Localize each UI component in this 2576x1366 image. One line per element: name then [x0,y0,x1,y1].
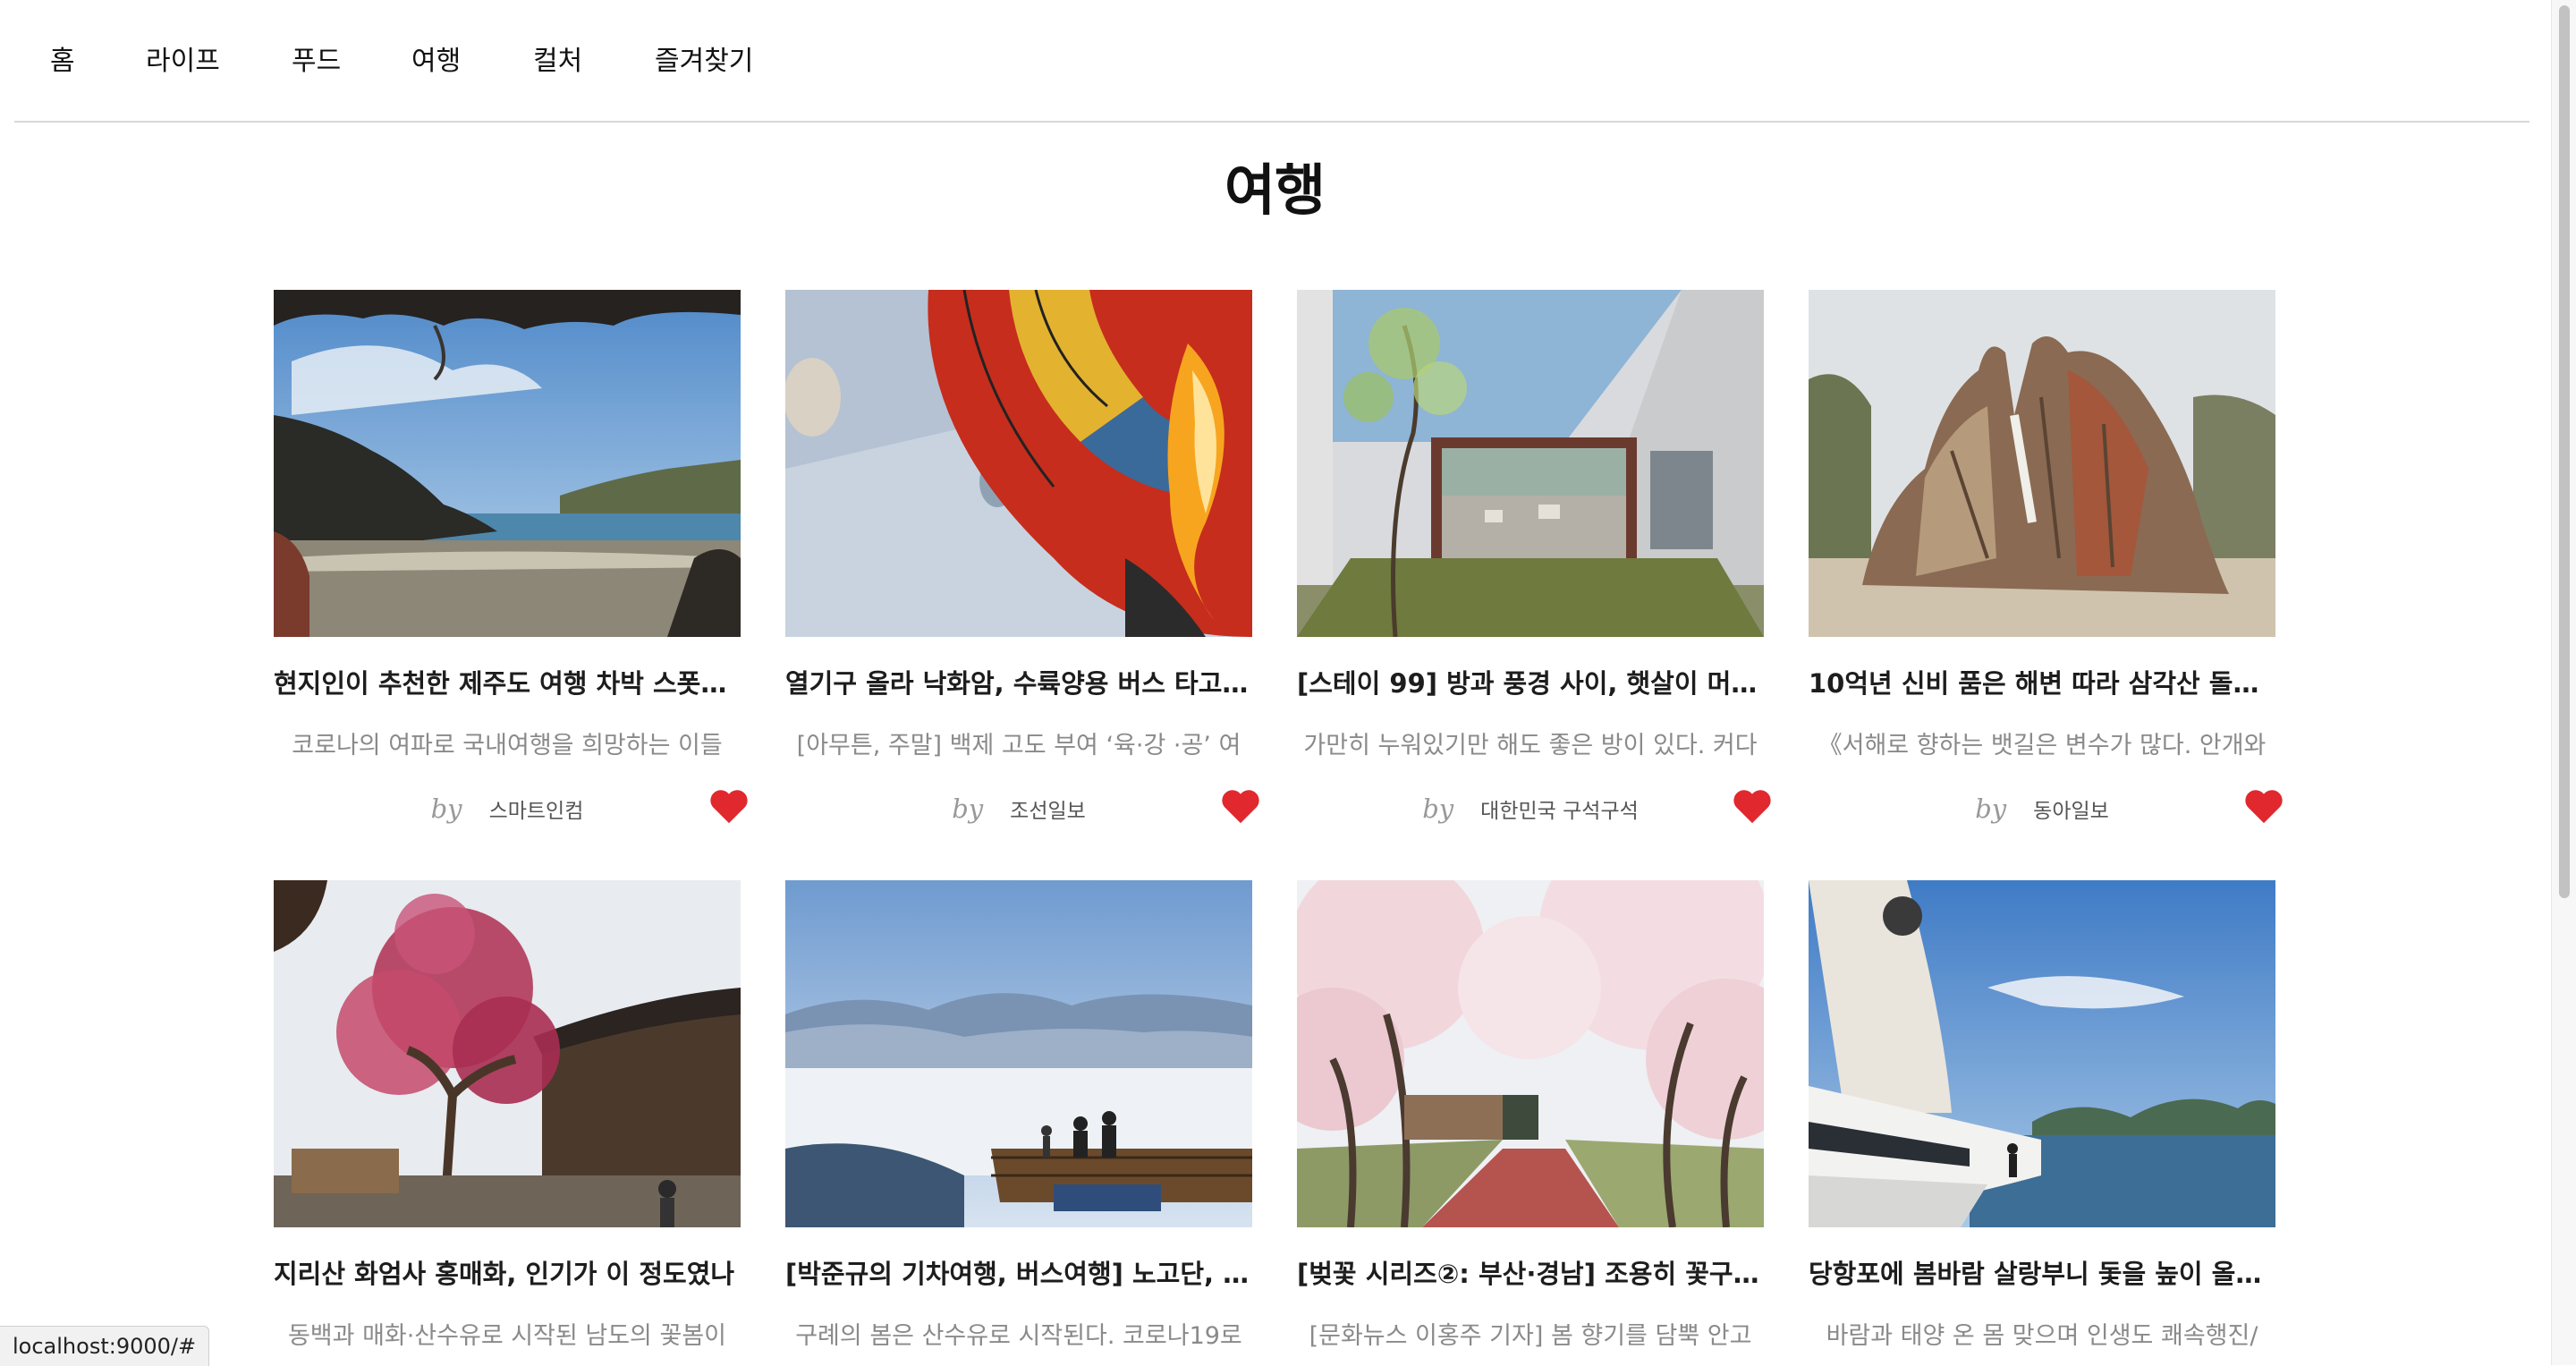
article-thumbnail[interactable] [1297,880,1764,1227]
article-summary: 가만히 누워있기만 해도 좋은 방이 있다. 커다 [1303,732,1758,759]
page-title: 여행 [1224,157,1326,223]
article-title[interactable]: 당항포에 봄바람 살랑부니 돛을 높이 올… [1809,1254,2275,1294]
article-summary: 코로나의 여파로 국내여행을 희망하는 이들 [292,732,723,759]
article-byline: by 조선일보 [785,791,1252,831]
scrollbar-thumb[interactable] [2559,5,2570,898]
article-byline: by 대한민국 구석구석 [1297,791,1764,831]
article-thumbnail[interactable] [1297,290,1764,637]
heart-icon[interactable] [1220,787,1261,825]
article-summary: 바람과 태양 온 몸 맞으며 인생도 쾌속행진/ [1826,1322,2258,1350]
article-title[interactable]: 10억년 신비 품은 해변 따라 삼각산 돌… [1809,664,2275,703]
article-title[interactable]: [스테이 99] 방과 풍경 사이, 햇살이 머… [1297,664,1764,703]
article-summary: 동백과 매화·산수유로 시작된 남도의 꽃봄이 [287,1322,727,1350]
article-thumbnail[interactable] [1809,290,2275,637]
article-title[interactable]: 지리산 화엄사 홍매화, 인기가 이 정도였나 [274,1254,741,1294]
article-card[interactable]: 당항포에 봄바람 살랑부니 돛을 높이 올… 바람과 태양 온 몸 맞으며 인생… [1809,880,2275,1350]
article-card[interactable]: 열기구 올라 낙화암, 수륙양용 버스 타고… [아무튼, 주말] 백제 고도 … [785,290,1259,824]
heart-icon[interactable] [1732,787,1773,825]
article-card[interactable]: [스테이 99] 방과 풍경 사이, 햇살이 머… 가만히 누워있기만 해도 좋… [1297,290,1771,824]
top-nav: 홈 라이프 푸드 여행 컬처 즐겨찾기 [14,0,2529,123]
nav-item-favorites[interactable]: 즐겨찾기 [655,41,753,82]
article-card[interactable]: 현지인이 추천한 제주도 여행 차박 스폿… 코로나의 여파로 국내여행을 희망… [274,290,748,824]
status-bar-url: localhost:9000/# [0,1326,210,1366]
article-card[interactable]: [벚꽃 시리즈②: 부산·경남] 조용히 꽃구… [문화뉴스 이홍주 기자] 봄… [1297,880,1764,1350]
article-card[interactable]: 지리산 화엄사 홍매화, 인기가 이 정도였나 동백과 매화·산수유로 시작된 … [274,880,741,1350]
heart-icon[interactable] [2243,787,2284,825]
article-title[interactable]: [박준규의 기차여행, 버스여행] 노고단, … [785,1254,1252,1294]
article-source: 동아일보 [2033,800,2109,823]
article-source: 스마트인컴 [488,800,584,823]
nav-item-home[interactable]: 홈 [50,41,75,82]
article-summary: 구례의 봄은 산수유로 시작된다. 코로나19로 [795,1322,1242,1350]
by-label: by [1422,793,1454,824]
article-thumbnail[interactable] [785,880,1252,1227]
article-thumbnail[interactable] [785,290,1252,637]
article-title[interactable]: [벚꽃 시리즈②: 부산·경남] 조용히 꽃구… [1297,1254,1764,1294]
by-label: by [1975,793,2007,824]
article-thumbnail[interactable] [274,290,741,637]
nav-item-food[interactable]: 푸드 [292,41,341,82]
article-source: 대한민국 구석구석 [1480,800,1639,823]
vertical-scrollbar[interactable] [2551,0,2576,1365]
nav-item-travel[interactable]: 여행 [411,41,461,82]
by-label: by [430,793,462,824]
article-card[interactable]: [박준규의 기차여행, 버스여행] 노고단, … 구례의 봄은 산수유로 시작된… [785,880,1252,1350]
article-title[interactable]: 열기구 올라 낙화암, 수륙양용 버스 타고… [785,664,1252,703]
article-summary: [아무튼, 주말] 백제 고도 부여 ‘육·강 ·공’ 여 [796,732,1241,759]
article-card[interactable]: 10억년 신비 품은 해변 따라 삼각산 돌… 《서해로 향하는 뱃길은 변수가… [1809,290,2283,824]
nav-item-life[interactable]: 라이프 [146,41,220,82]
by-label: by [952,793,984,824]
article-summary: [문화뉴스 이홍주 기자] 봄 향기를 담뿍 안고 [1309,1322,1752,1350]
article-byline: by 동아일보 [1809,791,2275,831]
nav-item-culture[interactable]: 컬처 [533,41,582,82]
article-title[interactable]: 현지인이 추천한 제주도 여행 차박 스폿… [274,664,741,703]
article-byline: by 스마트인컴 [274,791,741,831]
article-summary: 《서해로 향하는 뱃길은 변수가 많다. 안개와 [1818,732,2267,759]
heart-icon[interactable] [708,787,750,825]
article-thumbnail[interactable] [274,880,741,1227]
article-source: 조선일보 [1010,800,1086,823]
article-thumbnail[interactable] [1809,880,2275,1227]
